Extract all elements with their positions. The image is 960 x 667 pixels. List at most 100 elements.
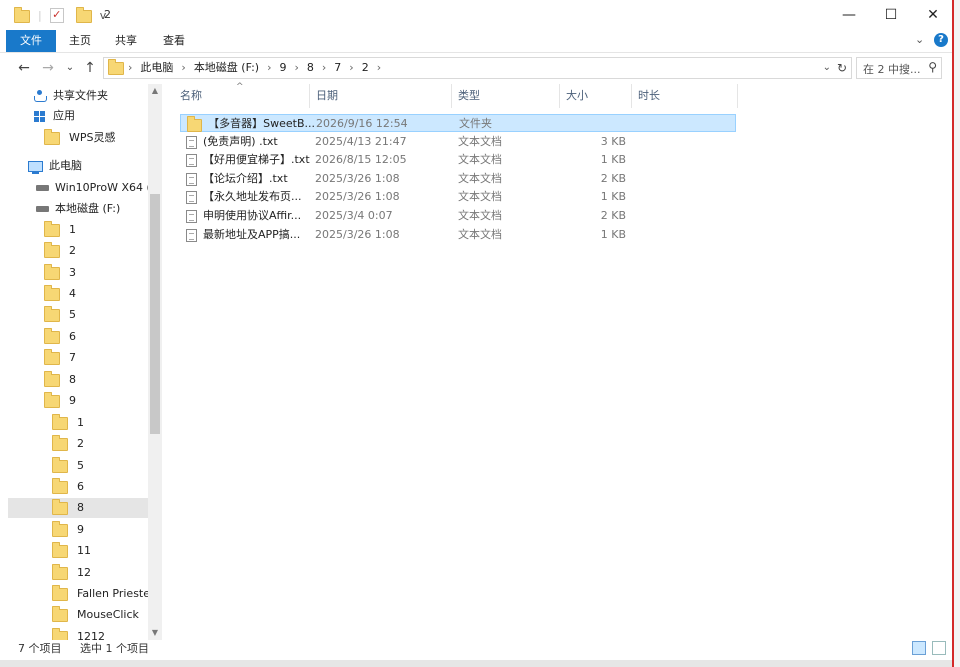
breadcrumb-7[interactable]: 7: [328, 58, 347, 78]
forward-button[interactable]: →: [38, 58, 58, 78]
recent-locations-button[interactable]: ⌄: [60, 58, 80, 78]
minimize-button[interactable]: —: [826, 0, 872, 30]
help-icon[interactable]: ?: [934, 33, 948, 47]
sidebar-folder-1212[interactable]: 1212: [52, 627, 105, 640]
file-row[interactable]: 【好用便宜梯子】.txt 2026/8/15 12:05 文本文档 1 KB: [180, 151, 736, 169]
maximize-button[interactable]: ☐: [868, 0, 914, 30]
file-row[interactable]: 申明使用协议Affir... 2025/3/4 0:07 文本文档 2 KB: [180, 207, 736, 225]
sidebar-item-shared-folder[interactable]: 共享文件夹: [34, 86, 108, 106]
sidebar-item-label: 5: [77, 459, 84, 472]
sidebar-item-apps[interactable]: 应用: [34, 106, 75, 126]
sidebar-item-label: 此电脑: [49, 159, 82, 172]
search-icon[interactable]: ⚲: [928, 60, 937, 74]
column-header-date[interactable]: 日期: [310, 84, 452, 108]
new-folder-icon[interactable]: [75, 7, 92, 23]
sidebar-folder-9-6[interactable]: 6: [52, 477, 84, 497]
breadcrumb-separator-icon[interactable]: ›: [265, 58, 273, 78]
folder-icon: [44, 263, 60, 280]
text-file-icon: [186, 190, 197, 204]
sidebar-folder-9-11[interactable]: 11: [52, 541, 91, 561]
breadcrumb: › 此电脑 › 本地磁盘 (F:) › 9 › 8 › 7 › 2 ›: [126, 58, 383, 78]
file-row[interactable]: (免责声明) .txt 2025/4/13 21:47 文本文档 3 KB: [180, 133, 736, 151]
tab-view[interactable]: 查看: [158, 30, 190, 52]
sidebar-item-this-pc[interactable]: 此电脑: [28, 156, 82, 176]
breadcrumb-drive-f[interactable]: 本地磁盘 (F:): [188, 58, 265, 78]
up-button[interactable]: ↑: [80, 58, 100, 78]
address-bar[interactable]: › 此电脑 › 本地磁盘 (F:) › 9 › 8 › 7 › 2 › ⌄ ↻: [103, 57, 852, 79]
sidebar-folder-9-5[interactable]: 5: [52, 456, 84, 476]
breadcrumb-9[interactable]: 9: [273, 58, 292, 78]
sidebar-folder-9-12[interactable]: 12: [52, 563, 91, 583]
sidebar-folder-mouseclick[interactable]: MouseClick: [52, 605, 139, 625]
sidebar-item-label: 3: [69, 266, 76, 279]
sidebar-folder-8[interactable]: 8: [44, 370, 76, 390]
sidebar-folder-5[interactable]: 5: [44, 305, 76, 325]
file-type: 文本文档: [458, 135, 502, 148]
ribbon-expand-icon[interactable]: ⌄: [915, 33, 924, 46]
tab-share[interactable]: 共享: [110, 30, 142, 52]
sidebar-item-label: 共享文件夹: [53, 89, 108, 102]
details-view-icon[interactable]: [912, 641, 926, 655]
sidebar-item-label: 5: [69, 308, 76, 321]
search-box[interactable]: 在 2 中搜... ⚲: [856, 57, 942, 79]
file-type: 文本文档: [458, 190, 502, 203]
navigation-scrollbar[interactable]: ▲ ▼: [148, 84, 162, 640]
folder-icon: [52, 413, 68, 430]
tab-home[interactable]: 主页: [64, 30, 96, 52]
file-size: 1 KB: [600, 153, 626, 166]
search-placeholder: 在 2 中搜...: [863, 63, 921, 76]
sidebar-folder-9-2[interactable]: 2: [52, 434, 84, 454]
file-row[interactable]: 【论坛介绍】.txt 2025/3/26 1:08 文本文档 2 KB: [180, 170, 736, 188]
sidebar-folder-9[interactable]: 9: [44, 391, 76, 411]
breadcrumb-separator-icon[interactable]: ›: [347, 58, 355, 78]
sidebar-item-drive-c[interactable]: Win10ProW X64 (C: [36, 178, 159, 198]
sidebar-folder-3[interactable]: 3: [44, 263, 76, 283]
refresh-icon[interactable]: ↻: [837, 58, 847, 78]
breadcrumb-this-pc[interactable]: 此电脑: [134, 58, 179, 78]
sidebar-item-label: 应用: [53, 109, 75, 122]
file-row[interactable]: 最新地址及APP搞... 2025/3/26 1:08 文本文档 1 KB: [180, 226, 736, 244]
folder-icon: [44, 391, 60, 408]
file-name: 最新地址及APP搞...: [186, 226, 314, 244]
breadcrumb-2[interactable]: 2: [356, 58, 375, 78]
text-file-icon: [186, 135, 197, 149]
sidebar-folder-fallen-priestess[interactable]: Fallen Priestess: [52, 584, 161, 604]
tab-file[interactable]: 文件: [6, 30, 56, 52]
sidebar-folder-9-9[interactable]: 9: [52, 520, 84, 540]
sidebar-folder-1[interactable]: 1: [44, 220, 76, 240]
breadcrumb-separator-icon[interactable]: ›: [375, 58, 383, 78]
location-folder-icon: [108, 59, 124, 75]
sidebar-item-label: 1212: [77, 630, 105, 640]
sidebar-folder-7[interactable]: 7: [44, 348, 76, 368]
breadcrumb-separator-icon[interactable]: ›: [179, 58, 187, 78]
sidebar-folder-2[interactable]: 2: [44, 241, 76, 261]
sidebar-folder-4[interactable]: 4: [44, 284, 76, 304]
close-button[interactable]: ✕: [910, 0, 956, 30]
breadcrumb-8[interactable]: 8: [301, 58, 320, 78]
sidebar-folder-6[interactable]: 6: [44, 327, 76, 347]
column-header-type[interactable]: 类型: [452, 84, 560, 108]
folder-icon: [44, 348, 60, 365]
large-icons-view-icon[interactable]: [932, 641, 946, 655]
sidebar-item-drive-f[interactable]: 本地磁盘 (F:): [36, 199, 120, 219]
file-type: 文本文档: [458, 172, 502, 185]
column-header-duration[interactable]: 时长: [632, 84, 738, 108]
drive-icon: [36, 206, 49, 212]
folder-icon: [52, 498, 68, 515]
sidebar-folder-9-8[interactable]: 8: [8, 498, 148, 518]
sidebar-item-wps[interactable]: WPS灵感: [44, 128, 116, 148]
scroll-up-icon[interactable]: ▲: [148, 84, 162, 98]
file-row[interactable]: 【多音器】SweetB... 2026/9/16 12:54 文件夹: [180, 114, 736, 132]
column-header-size[interactable]: 大小: [560, 84, 632, 108]
file-row[interactable]: 【永久地址发布页... 2025/3/26 1:08 文本文档 1 KB: [180, 188, 736, 206]
back-button[interactable]: ←: [14, 58, 34, 78]
sidebar-item-label: 2: [69, 244, 76, 257]
column-header-name[interactable]: 名称 ^: [174, 82, 310, 108]
scroll-down-icon[interactable]: ▼: [148, 626, 162, 640]
properties-check-icon[interactable]: ✓: [49, 7, 64, 23]
scrollbar-thumb[interactable]: [150, 194, 160, 434]
breadcrumb-separator-icon[interactable]: ›: [320, 58, 328, 78]
address-dropdown-icon[interactable]: ⌄: [823, 58, 831, 78]
sidebar-folder-9-1[interactable]: 1: [52, 413, 84, 433]
breadcrumb-separator-icon[interactable]: ›: [292, 58, 300, 78]
